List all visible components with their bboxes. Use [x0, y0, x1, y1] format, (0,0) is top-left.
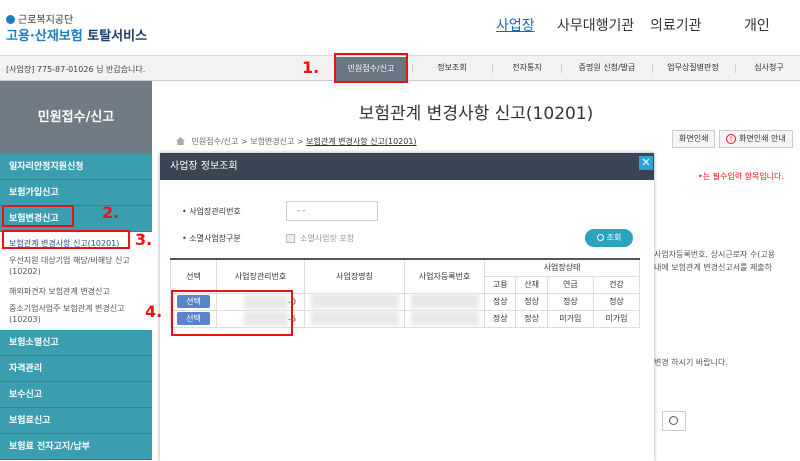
col-employment: 고용 [483, 275, 517, 294]
table-row: 선택 -6 정상 정상 미가입 미가입 [170, 309, 641, 328]
menu-appeal[interactable]: 심사청구 [743, 56, 795, 80]
sidebar-item-premium-report[interactable]: 보험료신고 [0, 408, 152, 434]
masked-value [310, 293, 399, 308]
search-icon [669, 416, 678, 425]
menu-divider [561, 64, 562, 73]
masked-value [244, 294, 289, 309]
sidebar-title: 민원접수/신고 [0, 81, 152, 154]
select-button[interactable]: 선택 [177, 295, 210, 308]
print-guide-button[interactable]: ! 화면인쇄 안내 [719, 130, 793, 148]
masked-value [244, 311, 289, 326]
sidebar-item-insurance-change[interactable]: 보험변경신고 [0, 206, 152, 232]
sub-menu-bar: [사업장] 775-87-01026 님 반갑습니다. 민원접수/신고 정보조회… [0, 55, 800, 81]
sidebar: 민원접수/신고 일자리안정지원신청 보험가입신고 보험변경신고 보험관계 변경사… [0, 81, 152, 461]
menu-divider [492, 64, 493, 73]
step-label: 2. [102, 203, 120, 222]
alert-icon: ! [726, 134, 736, 144]
site-header: 근로복지공단 고용·산재보험 토탈서비스 사업장 사무대행기관 의료기관 개인 [0, 0, 800, 55]
info-text: 사업자등록번호, 상시근로자 수(고용 [654, 250, 776, 259]
select-button[interactable]: 선택 [177, 312, 210, 325]
sidebar-sub-sme-owner[interactable]: 중소기업사업주 보험관계 변경신고(10203) [0, 300, 152, 330]
col-workplace-name: 사업장명칭 [304, 258, 405, 294]
topnav-workplace[interactable]: 사업장 [496, 15, 535, 35]
welcome-text: [사업장] 775-87-01026 님 반갑습니다. [6, 65, 146, 74]
menu-divider [735, 64, 736, 73]
step-label: 4. [145, 302, 163, 321]
menu-certificate[interactable]: 증명원 신청/발급 [567, 56, 647, 80]
close-icon[interactable]: ✕ [639, 156, 653, 170]
menu-info-lookup[interactable]: 정보조회 [418, 56, 486, 80]
masked-value [410, 293, 479, 308]
col-status: 사업장상태 [484, 258, 640, 277]
topnav-personal[interactable]: 개인 [744, 15, 770, 35]
sidebar-item-insurance-join[interactable]: 보험가입신고 [0, 180, 152, 206]
required-note: •는 필수입력 항목입니다. [698, 172, 784, 181]
table-row: 선택 -0 정상 정상 정상 정상 [170, 292, 641, 311]
search-button[interactable] [662, 411, 686, 431]
extinct-checkbox[interactable] [286, 234, 295, 243]
col-business-number: 사업자등록번호 [404, 258, 485, 294]
sidebar-item-job-support[interactable]: 일자리안정지원신청 [0, 154, 152, 180]
info-text: 내에 보험관계 변경신고서를 제출하 [654, 263, 773, 272]
sidebar-item-e-billing[interactable]: 보험료 전자고지/납부 [0, 434, 152, 460]
masked-value [310, 310, 399, 325]
masked-value [410, 310, 479, 325]
step-label: 1. [302, 58, 320, 77]
breadcrumb: 민원접수/신고 > 보험변경신고 > 보험관계 변경사항 신고(10201) [176, 136, 417, 147]
sidebar-item-insurance-extinct[interactable]: 보험소멸신고 [0, 330, 152, 356]
col-mgmt-number: 사업장관리번호 [216, 258, 305, 294]
home-icon[interactable] [176, 137, 185, 145]
logo-icon [6, 15, 15, 24]
label-extinct-type: • 소멸사업장구분 [182, 234, 241, 243]
sidebar-sub-overseas[interactable]: 해외파견자 보험관계 변경신고 [0, 280, 152, 300]
menu-divider [652, 64, 653, 73]
topnav-medical[interactable]: 의료기관 [650, 15, 702, 35]
col-select: 선택 [170, 258, 217, 294]
modal-title: 사업장 정보조회 [160, 153, 654, 180]
logo-org[interactable]: 근로복지공단 [6, 11, 73, 26]
sidebar-item-wage-report[interactable]: 보수신고 [0, 382, 152, 408]
col-health: 건강 [592, 275, 641, 294]
menu-complaint[interactable]: 민원접수/신고 [336, 57, 406, 81]
topnav-agency[interactable]: 사무대행기관 [557, 15, 634, 35]
mgmt-number-input[interactable]: - - [286, 201, 378, 221]
search-button[interactable]: 조회 [585, 229, 633, 247]
menu-e-notice[interactable]: 전자통지 [498, 56, 556, 80]
label-mgmt-number: • 사업장관리번호 [182, 207, 241, 216]
workplace-lookup-modal: 사업장 정보조회 ✕ • 사업장관리번호 - - • 소멸사업장구분 소멸사업장… [160, 153, 654, 461]
step-label: 3. [135, 230, 153, 249]
sidebar-sub-priority-support[interactable]: 우선지원 대상기업 해당/비해당 신고(10202) [0, 252, 152, 280]
results-table: 선택 사업장관리번호 사업장명칭 사업자등록번호 사업장상태 고용 산재 연금 … [170, 258, 641, 328]
page-title: 보험관계 변경사항 신고(10201) [358, 104, 594, 124]
col-pension: 연금 [546, 275, 594, 294]
menu-occupational-disease[interactable]: 업무상질병판정 [656, 56, 730, 80]
info-text: 변경 하시기 바랍니다. [654, 358, 728, 367]
sidebar-sub-change-report[interactable]: 보험관계 변경사항 신고(10201) [0, 232, 152, 252]
menu-divider [412, 64, 413, 73]
logo-title[interactable]: 고용·산재보험 토탈서비스 [6, 25, 147, 44]
col-industrial: 산재 [515, 275, 548, 294]
print-button[interactable]: 화면인쇄 [672, 130, 716, 148]
checkbox-label: 소멸사업장 포함 [300, 234, 355, 243]
sidebar-item-qualification[interactable]: 자격관리 [0, 356, 152, 382]
search-icon [596, 234, 604, 241]
